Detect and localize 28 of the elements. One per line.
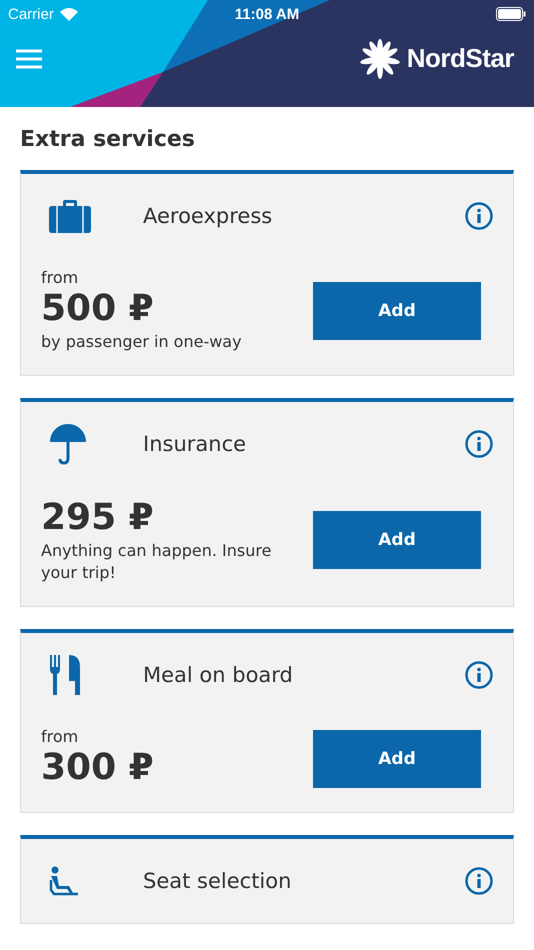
add-button[interactable]: Add <box>313 511 481 569</box>
price: 300 ₽ <box>41 746 155 790</box>
service-title: Seat selection <box>143 869 292 893</box>
wifi-icon <box>60 8 78 20</box>
carrier-label: Carrier <box>8 6 54 22</box>
seat-icon <box>49 866 81 896</box>
info-icon[interactable] <box>465 202 493 230</box>
suitcase-icon <box>49 199 91 233</box>
service-title: Aeroexpress <box>143 204 274 228</box>
service-title: Meal on board <box>143 663 294 687</box>
page-title: Extra services <box>20 127 196 152</box>
add-button[interactable]: Add <box>313 730 481 788</box>
price: 295 ₽ <box>41 496 155 540</box>
cutlery-icon <box>49 655 81 695</box>
umbrella-icon <box>49 423 87 465</box>
price: 500 ₽ <box>41 287 155 331</box>
info-icon[interactable] <box>465 867 493 895</box>
info-icon[interactable] <box>465 430 493 458</box>
info-icon[interactable] <box>465 661 493 689</box>
service-title: Insurance <box>143 432 248 456</box>
logo-text: NordStar <box>406 43 514 74</box>
battery-icon <box>496 7 526 21</box>
from-label: from <box>41 268 80 287</box>
status-time: 11:08 AM <box>234 6 300 22</box>
price-note: by passenger in one-way <box>41 331 243 353</box>
from-label: from <box>41 727 80 746</box>
add-button[interactable]: Add <box>313 282 481 340</box>
price-note: Anything can happen. Insure your trip! <box>41 540 272 584</box>
